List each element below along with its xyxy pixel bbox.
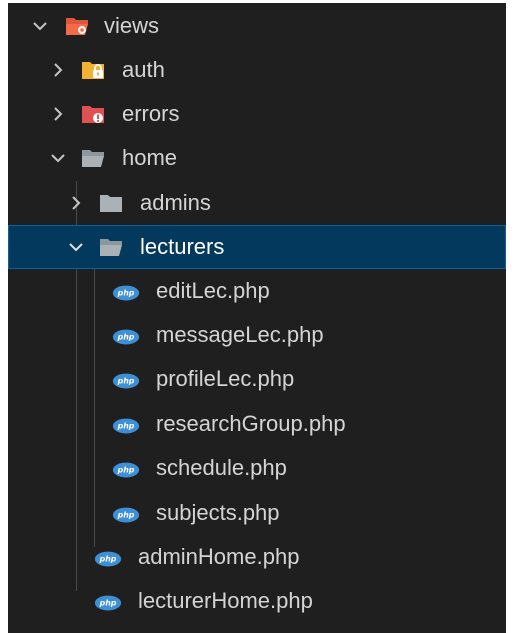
tree-item-label: views bbox=[104, 13, 160, 38]
tree-folder-errors[interactable]: errors bbox=[8, 92, 506, 136]
tree-file-profilelec[interactable]: php profileLec.php bbox=[8, 357, 506, 401]
screenshot-frame: views auth errors home admins lecturers … bbox=[0, 0, 516, 633]
folder-views-open-icon bbox=[66, 18, 88, 35]
folder-open-icon bbox=[82, 150, 104, 167]
chevron-down-icon[interactable] bbox=[66, 237, 86, 257]
svg-text:php: php bbox=[117, 289, 135, 298]
tree-item-label: adminHome.php bbox=[138, 544, 300, 569]
php-file-icon: php bbox=[112, 285, 140, 301]
php-file-icon: php bbox=[112, 418, 140, 434]
php-file-icon: php bbox=[112, 507, 140, 523]
svg-text:php: php bbox=[117, 333, 135, 342]
php-file-icon: php bbox=[94, 551, 122, 567]
file-explorer-tree: views auth errors home admins lecturers … bbox=[8, 3, 506, 633]
php-file-icon: php bbox=[112, 462, 140, 478]
folder-auth-icon bbox=[82, 62, 104, 79]
tree-item-label: home bbox=[122, 145, 178, 170]
tree-item-label: messageLec.php bbox=[156, 322, 324, 347]
tree-item-label: profileLec.php bbox=[156, 366, 295, 391]
tree-file-lecturerhome[interactable]: php lecturerHome.php bbox=[8, 579, 506, 623]
svg-text:php: php bbox=[99, 555, 117, 564]
tree-file-adminhome[interactable]: php adminHome.php bbox=[8, 535, 506, 579]
tree-item-label: editLec.php bbox=[156, 278, 270, 303]
tree-file-schedule[interactable]: php schedule.php bbox=[8, 446, 506, 490]
tree-item-label: lecturerHome.php bbox=[138, 588, 313, 613]
svg-text:php: php bbox=[117, 422, 135, 431]
tree-item-label: admins bbox=[140, 190, 211, 215]
tree-folder-auth[interactable]: auth bbox=[8, 48, 506, 92]
chevron-right-icon[interactable] bbox=[48, 60, 68, 80]
tree-item-label: schedule.php bbox=[156, 455, 287, 480]
svg-text:php: php bbox=[117, 377, 135, 386]
tree-item-label: auth bbox=[122, 57, 165, 82]
tree-item-label: errors bbox=[122, 101, 180, 126]
tree-folder-lecturers[interactable]: lecturers bbox=[8, 225, 506, 269]
folder-icon bbox=[100, 195, 122, 212]
tree-file-editlec[interactable]: php editLec.php bbox=[8, 269, 506, 313]
tree-file-researchgroup[interactable]: php researchGroup.php bbox=[8, 402, 506, 446]
tree-folder-views[interactable]: views bbox=[8, 4, 506, 48]
tree-file-messagelec[interactable]: php messageLec.php bbox=[8, 313, 506, 357]
folder-open-icon bbox=[100, 239, 122, 256]
svg-text:php: php bbox=[117, 511, 135, 520]
chevron-down-icon[interactable] bbox=[48, 148, 68, 168]
php-file-icon: php bbox=[112, 373, 140, 389]
tree-folder-home[interactable]: home bbox=[8, 136, 506, 180]
tree-item-label: researchGroup.php bbox=[156, 411, 346, 436]
tree-file-subjects[interactable]: php subjects.php bbox=[8, 491, 506, 535]
chevron-right-icon[interactable] bbox=[66, 193, 86, 213]
tree-folder-admins[interactable]: admins bbox=[8, 181, 506, 225]
tree-item-label: subjects.php bbox=[156, 500, 280, 525]
svg-text:php: php bbox=[117, 466, 135, 475]
chevron-right-icon[interactable] bbox=[48, 104, 68, 124]
svg-text:php: php bbox=[99, 599, 117, 608]
php-file-icon: php bbox=[94, 595, 122, 611]
php-file-icon: php bbox=[112, 329, 140, 345]
tree-item-label: lecturers bbox=[140, 234, 225, 259]
chevron-down-icon[interactable] bbox=[30, 16, 50, 36]
folder-errors-icon bbox=[82, 106, 104, 123]
